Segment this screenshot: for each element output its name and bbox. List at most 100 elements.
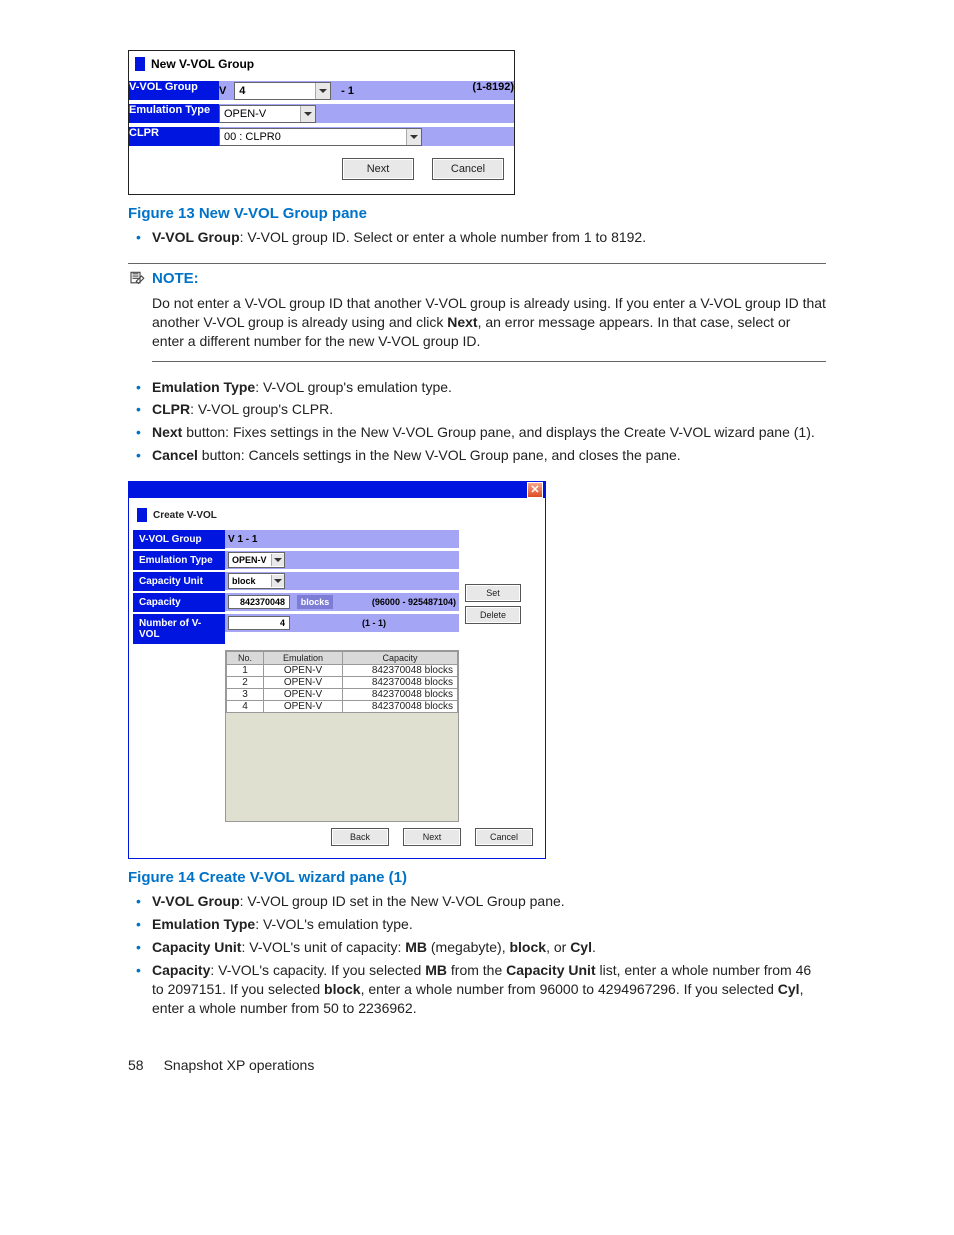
text: : V-VOL group's CLPR. — [190, 401, 333, 417]
figure14-title: Create V-VOL — [133, 504, 541, 528]
capacity-range: (96000 - 925487104) — [372, 597, 456, 607]
back-button[interactable]: Back — [331, 828, 389, 846]
desc14-capunit: Capacity Unit: V-VOL's unit of capacity:… — [128, 938, 826, 957]
delete-button[interactable]: Delete — [465, 606, 521, 624]
term: Cancel — [152, 447, 198, 463]
capacity-input[interactable]: 842370048 — [228, 595, 290, 609]
figure13-pane: New V-VOL Group V-VOL Group V 4 - 1 (1-8… — [128, 50, 515, 195]
figure13-title: New V-VOL Group — [129, 51, 514, 77]
cell-no: 1 — [227, 665, 264, 677]
text: : V-VOL group ID set in the New V-VOL Gr… — [240, 893, 565, 909]
dropdown-caret-icon — [406, 129, 421, 145]
term: Emulation Type — [152, 379, 255, 395]
th-capacity: Capacity — [343, 652, 458, 665]
figure14-grid-row: No. Emulation Capacity 1OPEN-V842370048 … — [133, 646, 459, 822]
next-button[interactable]: Next — [342, 158, 414, 180]
b: Capacity Unit — [506, 962, 595, 978]
note-text: Do not enter a V-VOL group ID that anoth… — [152, 294, 826, 362]
text: button: Fixes settings in the New V-VOL … — [182, 424, 814, 440]
desc14-emulation: Emulation Type: V-VOL's emulation type. — [128, 915, 826, 934]
pane-title-text: Create V-VOL — [153, 510, 217, 521]
v-prefix: V — [219, 85, 226, 97]
clpr-value: 00 : CLPR0 — [224, 131, 406, 143]
desc-vvolgroup: V-VOL Group: V-VOL group ID. Select or e… — [128, 228, 826, 247]
next-button[interactable]: Next — [403, 828, 461, 846]
text-value: V 1 - 1 — [228, 534, 257, 545]
close-icon[interactable]: ✕ — [527, 482, 543, 498]
figure14-dialog: ✕ Create V-VOL V-VOL Group V 1 - 1 — [128, 481, 546, 859]
figure14-button-bar: Back Next Cancel — [133, 822, 541, 848]
cell-no: 4 — [227, 701, 264, 713]
row-vvolgroup-label: V-VOL Group — [129, 81, 219, 100]
page-number: 58 — [128, 1057, 144, 1073]
dropdown-caret-icon — [271, 554, 284, 566]
cell-capacity: 842370048 blocks — [343, 689, 458, 701]
row-emulation-label: Emulation Type — [129, 104, 219, 123]
desc-next: Next button: Fixes settings in the New V… — [128, 423, 826, 442]
set-button[interactable]: Set — [465, 584, 521, 602]
figure13-desc-list2: Emulation Type: V-VOL group's emulation … — [128, 378, 826, 466]
value-capacity: 842370048 blocks (96000 - 925487104) — [225, 593, 459, 611]
t: from the — [447, 962, 506, 978]
vvol-grid-table: No. Emulation Capacity 1OPEN-V842370048 … — [226, 651, 458, 713]
b: block — [509, 939, 546, 955]
th-emulation: Emulation — [264, 652, 343, 665]
note-icon — [128, 270, 146, 288]
cancel-button[interactable]: Cancel — [432, 158, 504, 180]
figure13-desc-list: V-VOL Group: V-VOL group ID. Select or e… — [128, 228, 826, 247]
page-section: Snapshot XP operations — [164, 1057, 315, 1073]
vvolgroup-id-select[interactable]: 4 — [234, 82, 331, 100]
term: Next — [152, 424, 182, 440]
term: Capacity — [152, 962, 210, 978]
row-emulation-value: OPEN-V — [219, 104, 514, 123]
cell-capacity: 842370048 blocks — [343, 665, 458, 677]
table-row[interactable]: 2OPEN-V842370048 blocks — [227, 677, 458, 689]
note-block: NOTE: Do not enter a V-VOL group ID that… — [128, 263, 826, 362]
capacity-unit-select[interactable]: block — [228, 573, 285, 589]
note-label: NOTE: — [152, 270, 199, 287]
figure14-caption: Figure 14 Create V-VOL wizard pane (1) — [128, 869, 826, 886]
pane-title-text: New V-VOL Group — [151, 57, 254, 71]
cell-no: 3 — [227, 689, 264, 701]
cell-emulation: OPEN-V — [264, 677, 343, 689]
figure14-form: V-VOL Group V 1 - 1 Emulation Type OPEN-… — [133, 528, 459, 646]
cell-no: 2 — [227, 677, 264, 689]
vvol-range-hint: (1-8192) — [472, 81, 514, 93]
desc-emulation: Emulation Type: V-VOL group's emulation … — [128, 378, 826, 397]
value-emulation: OPEN-V — [225, 551, 459, 569]
desc14-vvolgroup: V-VOL Group: V-VOL group ID set in the N… — [128, 892, 826, 911]
emulation-select[interactable]: OPEN-V — [219, 105, 316, 123]
label-numvvol: Number of V-VOL — [133, 614, 225, 644]
value-numvvol: 4 (1 - 1) — [225, 614, 459, 632]
desc-clpr: CLPR: V-VOL group's CLPR. — [128, 400, 826, 419]
label-vvolgroup: V-VOL Group — [133, 530, 225, 549]
cell-emulation: OPEN-V — [264, 665, 343, 677]
cell-emulation: OPEN-V — [264, 701, 343, 713]
table-row[interactable]: 1OPEN-V842370048 blocks — [227, 665, 458, 677]
dropdown-caret-icon — [271, 575, 284, 587]
b: block — [324, 981, 361, 997]
clpr-select[interactable]: 00 : CLPR0 — [219, 128, 422, 146]
t: . — [592, 939, 596, 955]
table-row[interactable]: 3OPEN-V842370048 blocks — [227, 689, 458, 701]
numvvol-input[interactable]: 4 — [228, 616, 290, 630]
cell-capacity: 842370048 blocks — [343, 677, 458, 689]
t: , or — [546, 939, 570, 955]
vvol-grid: No. Emulation Capacity 1OPEN-V842370048 … — [225, 650, 459, 822]
table-row[interactable]: 4OPEN-V842370048 blocks — [227, 701, 458, 713]
label-capacity: Capacity — [133, 593, 225, 612]
t: : V-VOL's unit of capacity: — [241, 939, 405, 955]
dropdown-caret-icon — [315, 83, 330, 99]
term: V-VOL Group — [152, 229, 240, 245]
emulation-select[interactable]: OPEN-V — [228, 552, 285, 568]
value-capunit: block — [225, 572, 459, 590]
text: : V-VOL's emulation type. — [255, 916, 413, 932]
row-clpr-value: 00 : CLPR0 — [219, 127, 514, 146]
cancel-button[interactable]: Cancel — [475, 828, 533, 846]
term: CLPR — [152, 401, 190, 417]
label-emulation: Emulation Type — [133, 551, 225, 570]
th-no: No. — [227, 652, 264, 665]
value-vvolgroup: V 1 - 1 — [225, 530, 459, 548]
accent-block — [137, 508, 147, 522]
b: Cyl — [570, 939, 592, 955]
